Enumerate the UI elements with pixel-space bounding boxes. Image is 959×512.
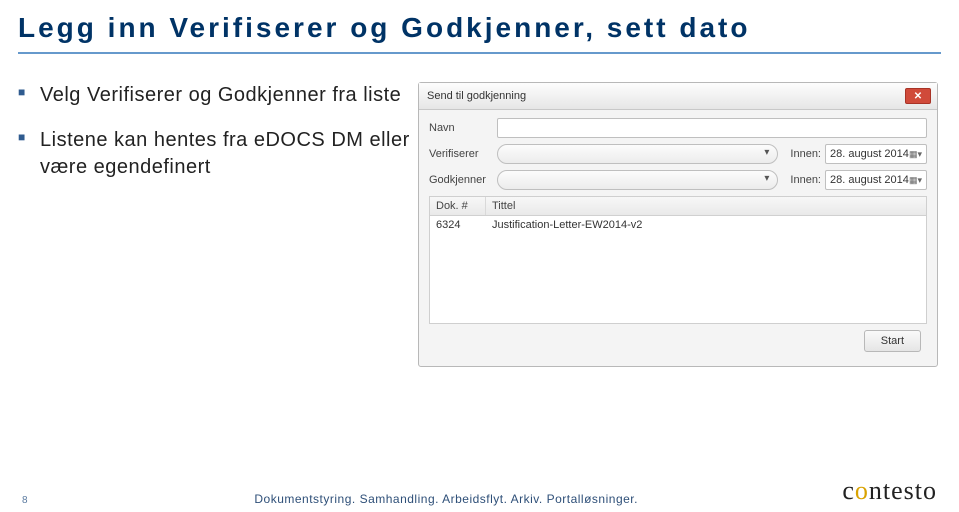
label-verifiserer: Verifiserer [429, 148, 497, 160]
bullet-item: Listene kan hentes fra eDOCS DM eller væ… [18, 127, 418, 181]
name-input[interactable] [497, 118, 927, 138]
dialog-titlebar: Send til godkjenning ✕ [419, 83, 937, 110]
dialog-title: Send til godkjenning [427, 90, 526, 102]
header-dok[interactable]: Dok. # [430, 197, 486, 215]
cell-tittel: Justification-Letter-EW2014-v2 [486, 216, 926, 234]
label-innen: Innen: [790, 174, 821, 186]
bullet-item: Velg Verifiserer og Godkjenner fra liste [18, 82, 418, 109]
document-table: Dok. # Tittel 6324 Justification-Letter-… [429, 196, 927, 324]
slide-footer: 8 Dokumentstyring. Samhandling. Arbeidsf… [0, 476, 959, 506]
godkjenner-date-block: Innen: 28. august 2014 ▦▾ [786, 170, 927, 190]
bullet-list: Velg Verifiserer og Godkjenner fra liste… [18, 82, 418, 367]
cell-dok: 6324 [430, 216, 486, 234]
start-button[interactable]: Start [864, 330, 921, 352]
table-header: Dok. # Tittel [430, 197, 926, 216]
godkjenner-dropdown[interactable] [497, 170, 778, 190]
header-tittel[interactable]: Tittel [486, 197, 926, 215]
calendar-icon[interactable]: ▦▾ [909, 149, 922, 160]
row-godkjenner: Godkjenner Innen: 28. august 2014 ▦▾ [429, 170, 927, 190]
label-godkjenner: Godkjenner [429, 174, 497, 186]
logo-part: ntesto [869, 476, 937, 505]
row-navn: Navn [429, 118, 927, 138]
label-navn: Navn [429, 122, 497, 134]
calendar-icon[interactable]: ▦▾ [909, 175, 922, 186]
row-verifiserer: Verifiserer Innen: 28. august 2014 ▦▾ [429, 144, 927, 164]
footer-text: Dokumentstyring. Samhandling. Arbeidsfly… [254, 492, 638, 506]
title-underline [18, 52, 941, 54]
logo-part: c [842, 476, 855, 505]
contesto-logo: contesto [842, 476, 937, 506]
start-row: Start [429, 324, 927, 358]
approval-dialog: Send til godkjenning ✕ Navn Verifiserer … [418, 82, 938, 367]
table-row[interactable]: 6324 Justification-Letter-EW2014-v2 [430, 216, 926, 234]
dialog-body: Navn Verifiserer Innen: 28. august 2014 … [419, 110, 937, 366]
verifiserer-date-block: Innen: 28. august 2014 ▦▾ [786, 144, 927, 164]
content-row: Velg Verifiserer og Godkjenner fra liste… [0, 82, 959, 367]
verifiserer-date-input[interactable]: 28. august 2014 ▦▾ [825, 144, 927, 164]
verifiserer-dropdown[interactable] [497, 144, 778, 164]
godkjenner-date-input[interactable]: 28. august 2014 ▦▾ [825, 170, 927, 190]
slide-title: Legg inn Verifiserer og Godkjenner, sett… [0, 0, 959, 44]
label-innen: Innen: [790, 148, 821, 160]
page-number: 8 [22, 495, 50, 506]
verifiserer-date-value: 28. august 2014 [830, 148, 909, 160]
logo-o: o [855, 476, 869, 505]
godkjenner-date-value: 28. august 2014 [830, 174, 909, 186]
close-icon[interactable]: ✕ [905, 88, 931, 104]
